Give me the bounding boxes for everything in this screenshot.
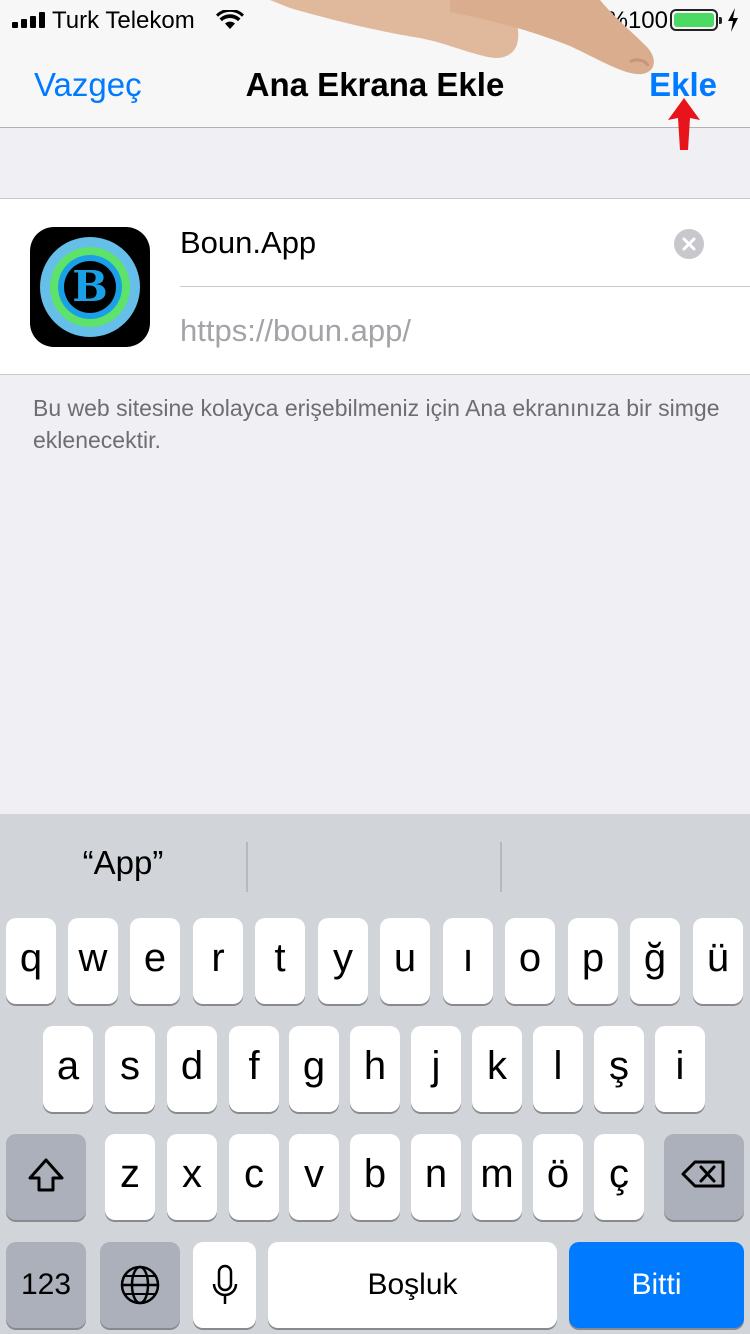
key-p[interactable]: p bbox=[568, 918, 618, 1004]
key-g-breve[interactable]: ğ bbox=[630, 918, 680, 1004]
key-v[interactable]: v bbox=[289, 1134, 339, 1220]
prediction-suggestion[interactable]: “App” bbox=[0, 844, 246, 882]
key-s[interactable]: s bbox=[105, 1026, 155, 1112]
red-arrow-annotation bbox=[668, 98, 700, 150]
shift-icon bbox=[28, 1158, 64, 1192]
prediction-divider bbox=[500, 842, 502, 892]
shift-key[interactable] bbox=[6, 1134, 86, 1220]
boun-logo-icon: B bbox=[40, 237, 140, 337]
dictation-key[interactable] bbox=[193, 1242, 256, 1328]
key-f[interactable]: f bbox=[229, 1026, 279, 1112]
clear-icon bbox=[682, 237, 696, 251]
key-r[interactable]: r bbox=[193, 918, 243, 1004]
clear-text-button[interactable] bbox=[674, 229, 704, 259]
key-q[interactable]: q bbox=[6, 918, 56, 1004]
app-icon: B bbox=[30, 227, 150, 347]
key-t[interactable]: t bbox=[255, 918, 305, 1004]
key-n[interactable]: n bbox=[411, 1134, 461, 1220]
key-y[interactable]: y bbox=[318, 918, 368, 1004]
key-g[interactable]: g bbox=[289, 1026, 339, 1112]
key-z[interactable]: z bbox=[105, 1134, 155, 1220]
backspace-icon bbox=[681, 1160, 725, 1188]
key-h[interactable]: h bbox=[350, 1026, 400, 1112]
numbers-key[interactable]: 123 bbox=[6, 1242, 86, 1328]
url-field: https://boun.app/ bbox=[180, 313, 411, 348]
key-j[interactable]: j bbox=[411, 1026, 461, 1112]
keyboard: “App” q w e r t y u ı o p ğ ü a s d f g … bbox=[0, 814, 750, 1334]
globe-icon bbox=[120, 1265, 160, 1305]
key-c-cedilla[interactable]: ç bbox=[594, 1134, 644, 1220]
key-o-umlaut[interactable]: ö bbox=[533, 1134, 583, 1220]
name-field[interactable]: Boun.App bbox=[180, 221, 710, 265]
done-key[interactable]: Bitti bbox=[569, 1242, 744, 1328]
predictive-bar: “App” bbox=[0, 814, 750, 918]
battery-icon bbox=[670, 9, 722, 31]
prediction-divider bbox=[246, 842, 248, 892]
key-e[interactable]: e bbox=[130, 918, 180, 1004]
key-dotless-i[interactable]: ı bbox=[443, 918, 493, 1004]
key-x[interactable]: x bbox=[167, 1134, 217, 1220]
key-u[interactable]: u bbox=[380, 918, 430, 1004]
key-d[interactable]: d bbox=[167, 1026, 217, 1112]
key-w[interactable]: w bbox=[68, 918, 118, 1004]
wifi-icon bbox=[216, 10, 244, 29]
backspace-key[interactable] bbox=[664, 1134, 744, 1220]
charging-bolt-icon bbox=[728, 8, 738, 32]
key-k[interactable]: k bbox=[472, 1026, 522, 1112]
signal-strength-icon bbox=[12, 12, 48, 28]
key-l[interactable]: l bbox=[533, 1026, 583, 1112]
key-a[interactable]: a bbox=[43, 1026, 93, 1112]
key-m[interactable]: m bbox=[472, 1134, 522, 1220]
key-o[interactable]: o bbox=[505, 918, 555, 1004]
key-u-umlaut[interactable]: ü bbox=[693, 918, 743, 1004]
app-icon-letter: B bbox=[72, 262, 108, 311]
key-c[interactable]: c bbox=[229, 1134, 279, 1220]
globe-key[interactable] bbox=[100, 1242, 180, 1328]
key-s-cedilla[interactable]: ş bbox=[594, 1026, 644, 1112]
add-to-home-form: B Boun.App https://boun.app/ bbox=[0, 198, 750, 375]
key-b[interactable]: b bbox=[350, 1134, 400, 1220]
carrier-name: Turk Telekom bbox=[52, 7, 195, 34]
key-dotted-i[interactable]: i bbox=[655, 1026, 705, 1112]
pointing-hand-image bbox=[270, 0, 654, 75]
info-footnote: Bu web sitesine kolayca erişebilmeniz iç… bbox=[33, 395, 720, 453]
space-key[interactable]: Boşluk bbox=[268, 1242, 557, 1328]
field-divider bbox=[180, 286, 750, 287]
microphone-icon bbox=[212, 1264, 237, 1304]
